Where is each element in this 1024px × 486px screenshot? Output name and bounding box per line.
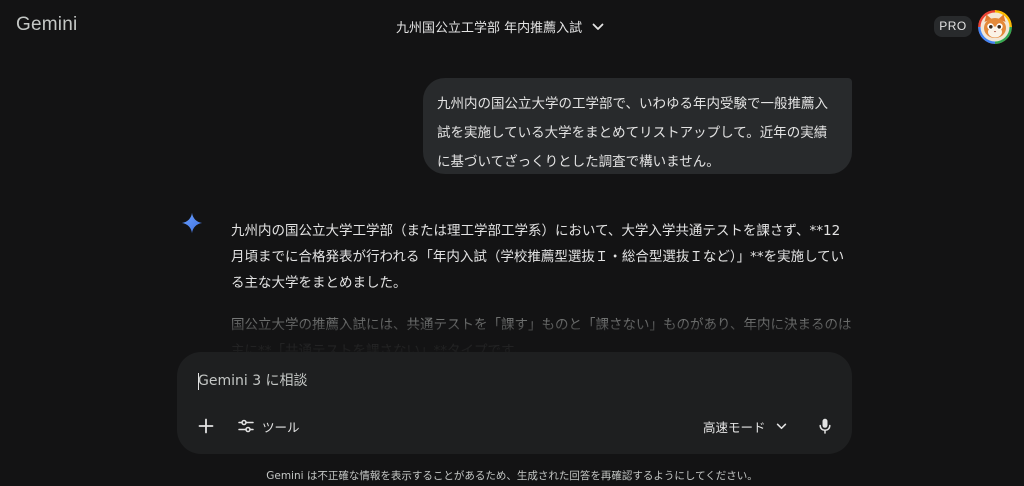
user-message-bubble: 九州内の国公立大学の工学部で、いわゆる年内受験で一般推薦入試を実施している大学を… [423,78,852,174]
brand-logo[interactable]: Gemini [16,14,77,36]
account-avatar[interactable] [978,10,1012,44]
tools-label: ツール [262,419,300,435]
cat-avatar-icon [978,10,1012,44]
chevron-down-icon [592,23,604,31]
response-paragraph: 九州内の国公立大学工学部（または理工学部工学系）において、大学入学共通テストを課… [231,223,845,291]
mode-selector[interactable]: 高速モード [703,414,787,438]
add-attachment-button[interactable] [194,414,218,438]
model-response: 九州内の国公立大学工学部（または理工学部工学系）において、大学入学共通テストを課… [231,218,852,364]
chevron-down-icon [776,423,786,429]
gemini-spark-icon [181,212,203,234]
mode-label: 高速モード [703,419,766,435]
tools-button[interactable]: ツール [238,414,300,438]
chat-title: 九州国公立工学部 年内推薦入試 [396,21,583,36]
microphone-icon [819,418,831,434]
plus-icon [198,418,214,434]
tune-icon [238,419,254,433]
disclaimer-text: Gemini は不正確な情報を表示することがあるため、生成された回答を再確認する… [266,470,758,482]
gemini-app: Gemini 九州国公立工学部 年内推薦入試 PRO 九州内の国公立大学の工学部… [0,0,1024,486]
chat-title-dropdown[interactable]: 九州国公立工学部 年内推薦入試 [396,17,604,36]
plan-badge[interactable]: PRO [934,16,972,37]
prompt-composer: ツール 高速モード [177,352,852,454]
microphone-button[interactable] [813,414,837,438]
prompt-input[interactable] [198,371,798,391]
